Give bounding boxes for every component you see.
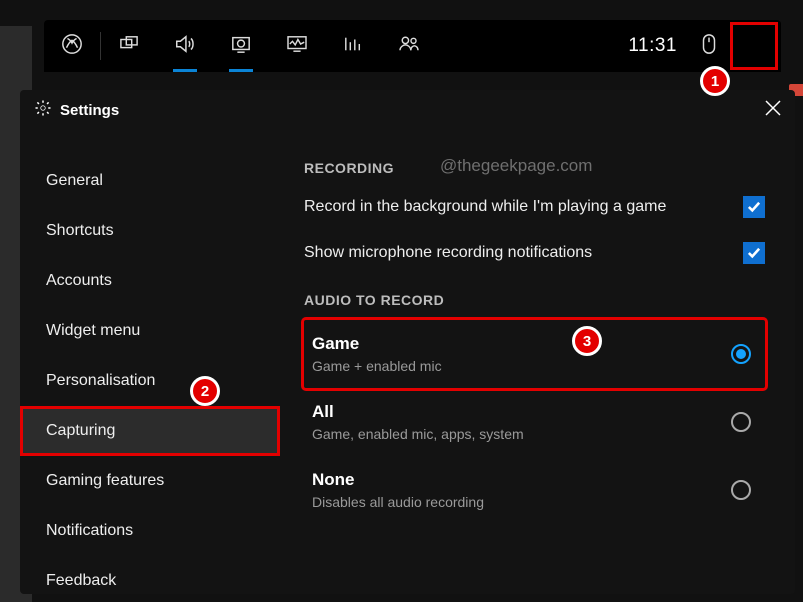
sidebar-item-label: Shortcuts: [46, 222, 114, 240]
xbox-button[interactable]: [44, 20, 100, 72]
gear-icon: [34, 99, 52, 122]
check-label: Show microphone recording notifications: [304, 244, 727, 262]
radio-title: None: [312, 470, 484, 490]
settings-title: Settings: [60, 102, 119, 119]
widgets-button[interactable]: [101, 20, 157, 72]
settings-header: Settings: [20, 90, 795, 130]
sidebar-item-notifications[interactable]: Notifications: [20, 506, 280, 556]
settings-button[interactable]: [731, 23, 777, 69]
recording-heading: RECORDING: [304, 160, 765, 176]
sidebar-item-label: Personalisation: [46, 372, 155, 390]
record-background-row[interactable]: Record in the background while I'm playi…: [304, 196, 765, 218]
performance-icon: [286, 35, 308, 58]
radio-sub: Game, enabled mic, apps, system: [312, 426, 524, 442]
sidebar-item-label: General: [46, 172, 103, 190]
people-icon: [397, 35, 421, 58]
sidebar-item-label: Gaming features: [46, 472, 164, 490]
settings-content: @thegeekpage.com RECORDING Record in the…: [280, 130, 795, 594]
radio-title: All: [312, 402, 524, 422]
speaker-icon: [173, 33, 197, 60]
widgets-icon: [118, 35, 140, 58]
close-button[interactable]: [765, 100, 781, 121]
audio-button[interactable]: [157, 20, 213, 72]
annotation-step-1: 1: [700, 66, 730, 96]
capture-button[interactable]: [213, 20, 269, 72]
xbox-icon: [61, 33, 83, 60]
gear-icon: [743, 33, 765, 60]
radio-button[interactable]: [731, 412, 751, 432]
sidebar-item-personalisation[interactable]: Personalisation: [20, 356, 280, 406]
sidebar-item-label: Widget menu: [46, 322, 140, 340]
sidebar-item-label: Notifications: [46, 522, 133, 540]
close-icon: [765, 103, 781, 120]
radio-title: Game: [312, 334, 442, 354]
camera-icon: [230, 34, 252, 59]
game-bar-topbar: 11:31: [44, 20, 781, 72]
sidebar-item-feedback[interactable]: Feedback: [20, 556, 280, 594]
sidebar-item-general[interactable]: General: [20, 156, 280, 206]
radio-sub: Game + enabled mic: [312, 358, 442, 374]
clock-text: 11:31: [618, 35, 687, 57]
social-button[interactable]: [381, 20, 437, 72]
sidebar-item-widget-menu[interactable]: Widget menu: [20, 306, 280, 356]
resources-button[interactable]: [325, 20, 381, 72]
audio-option-game[interactable]: Game Game + enabled mic: [304, 320, 765, 388]
annotation-step-2: 2: [190, 376, 220, 406]
sidebar-item-label: Capturing: [46, 422, 115, 440]
audio-heading: AUDIO TO RECORD: [304, 292, 765, 308]
checkbox-checked[interactable]: [743, 242, 765, 264]
mouse-indicator[interactable]: [687, 20, 731, 72]
bars-icon: [343, 35, 363, 58]
sidebar-item-label: Feedback: [46, 572, 116, 590]
check-label: Record in the background while I'm playi…: [304, 198, 727, 216]
sidebar-item-capturing[interactable]: Capturing: [20, 406, 280, 456]
radio-button-selected[interactable]: [731, 344, 751, 364]
audio-option-all[interactable]: All Game, enabled mic, apps, system: [304, 388, 765, 456]
mouse-icon: [700, 33, 718, 60]
audio-option-none[interactable]: None Disables all audio recording: [304, 456, 765, 524]
mic-notifications-row[interactable]: Show microphone recording notifications: [304, 242, 765, 264]
radio-button[interactable]: [731, 480, 751, 500]
performance-button[interactable]: [269, 20, 325, 72]
sidebar-item-label: Accounts: [46, 272, 112, 290]
annotation-step-3: 3: [572, 326, 602, 356]
sidebar-item-gaming-features[interactable]: Gaming features: [20, 456, 280, 506]
radio-sub: Disables all audio recording: [312, 494, 484, 510]
checkbox-checked[interactable]: [743, 196, 765, 218]
settings-panel: Settings General Shortcuts Accounts Widg…: [20, 90, 795, 594]
sidebar-item-shortcuts[interactable]: Shortcuts: [20, 206, 280, 256]
settings-sidebar: General Shortcuts Accounts Widget menu P…: [20, 130, 280, 594]
sidebar-item-accounts[interactable]: Accounts: [20, 256, 280, 306]
